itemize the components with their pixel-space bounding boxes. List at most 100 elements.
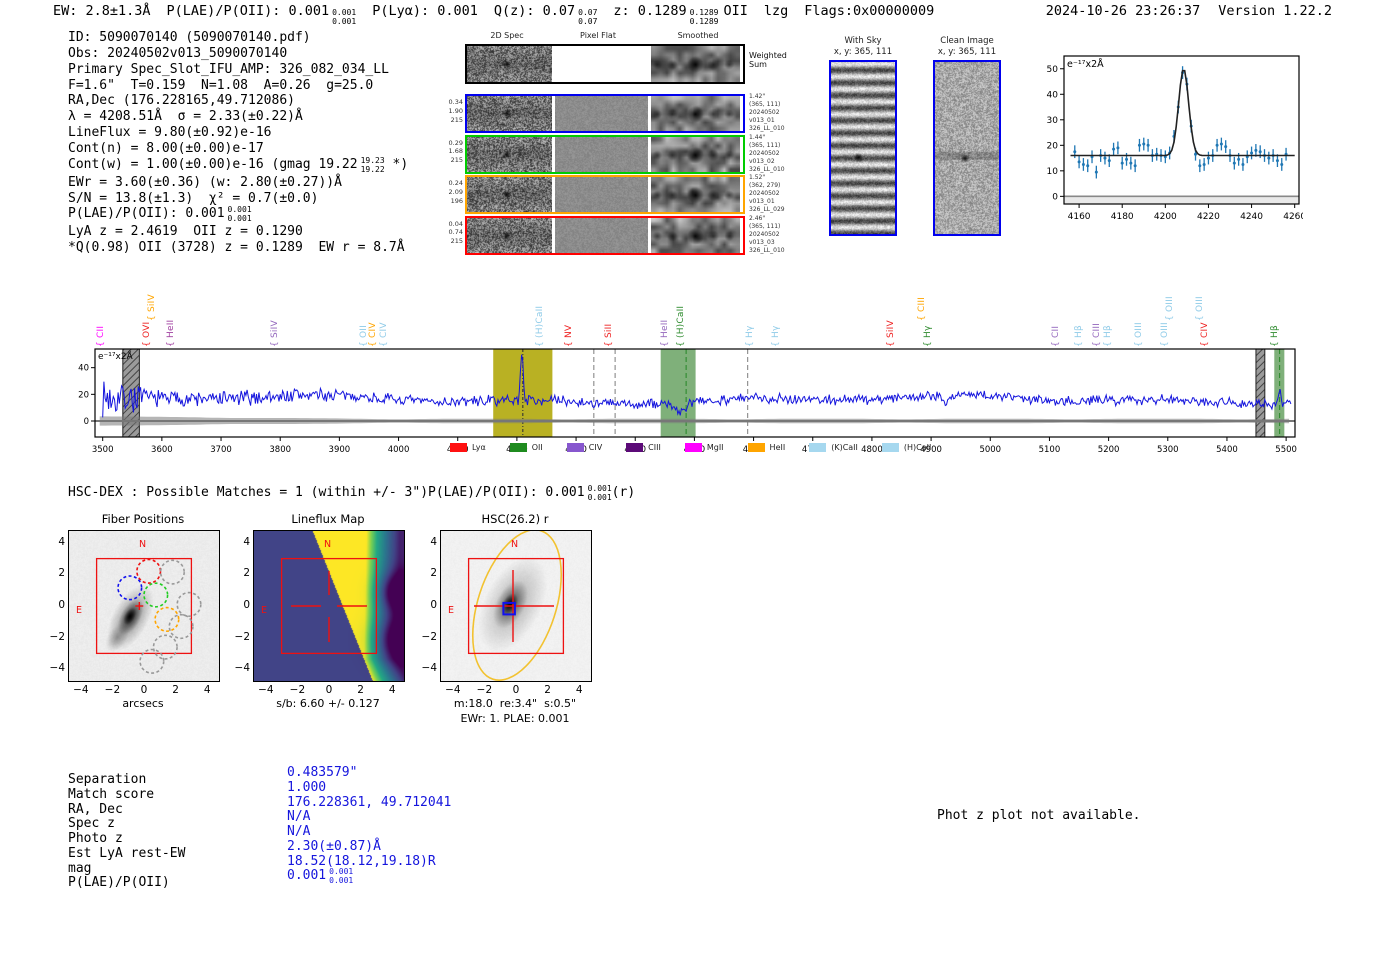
emission-line-label: { HeII <box>165 319 176 347</box>
emission-line-label: { CIII <box>1091 322 1102 347</box>
legend-swatch <box>450 443 467 452</box>
legend-label: OII <box>531 443 543 452</box>
info-plae-hi-lo: 0.001 0.001 <box>227 205 252 224</box>
svg-text:3600: 3600 <box>151 445 173 455</box>
x-tick-label: 2 <box>172 684 179 696</box>
svg-text:4260: 4260 <box>1283 212 1303 222</box>
emission-line-label: { SiIV <box>885 320 896 347</box>
legend-label: HeII <box>769 443 786 452</box>
detection-info-block: ID: 5090070140 (5090070140.pdf) Obs: 202… <box>68 30 408 256</box>
x-tick-label: 0 <box>140 684 148 696</box>
hsc-dex-line: HSC-DEX : Possible Matches = 1 (within +… <box>68 484 636 502</box>
legend-item: OII <box>509 443 543 452</box>
svg-text:5300: 5300 <box>1157 445 1179 455</box>
hsc-xlabel2: EWr: 1. PLAE: 0.001 <box>460 712 570 725</box>
gmag-hi-lo: 19.23 19.22 <box>360 155 385 174</box>
header-datetime-version: 2024-10-26 23:26:37 Version 1.22.2 <box>1028 3 1332 19</box>
inset-units-label: e⁻¹⁷x2Å <box>1067 58 1104 70</box>
table-row: RA, Dec 176.228361, 49.712041 <box>68 794 452 817</box>
fiber-2d-cell <box>467 177 552 212</box>
fiber-2d-cell <box>555 217 648 253</box>
svg-text:4240: 4240 <box>1240 212 1263 222</box>
fiber-2d-cell <box>651 136 740 172</box>
fiber-circle-orange <box>154 606 180 632</box>
info-ewr: EWr = 3.60(±0.36) (w: 2.80(±0.27))Å <box>68 174 342 190</box>
x-tick-label: 4 <box>203 684 211 696</box>
header-lzg: lzg <box>763 3 789 19</box>
svg-text:5400: 5400 <box>1216 445 1238 455</box>
fiber-row-weights: 0.34 1.90 215 <box>448 98 463 124</box>
info-redshifts: LyA z = 2.4619 OII z = 0.1290 <box>68 224 303 240</box>
col-header-smoothed: Smoothed <box>677 31 719 40</box>
fiber-2d-cell <box>467 136 552 172</box>
x-tick-label: 0 <box>512 684 520 696</box>
line-legend: Lyα OII CIV CIII MgII HeII (K)CaII (H)CaII <box>450 443 931 452</box>
line-fit-plot: 4160 4180 4200 4220 4240 4260 0 10 20 30 40 50 e⁻¹⁷x… <box>1038 52 1306 231</box>
emission-line-label: { HeII <box>659 319 670 347</box>
header-plae: P(LAE)/P(OII): 0.001 0.001 0.001 <box>166 3 357 26</box>
legend-label: (H)CaII <box>903 443 932 452</box>
emission-line-label: { OIII <box>1134 322 1145 347</box>
fiber-circle-green <box>143 582 169 608</box>
catalog-match-table: Separation 0.483579" Match score 1.000 RA,… <box>68 765 452 891</box>
svg-text:30: 30 <box>1047 116 1059 126</box>
y-tick-label: 0 <box>430 599 437 611</box>
weighted-2dspec-image <box>467 46 552 82</box>
info-id: ID: 5090070140 (5090070140.pdf) <box>68 30 311 45</box>
photz-note: Phot z plot not available. <box>937 808 1141 823</box>
info-radec: RA,Dec (176.228165,49.712086) <box>68 93 295 109</box>
x-tick-label: 2 <box>357 684 364 696</box>
line-fit-svg: 4160 4180 4200 4220 4240 4260 0 10 20 30 40 50 e⁻¹⁷x… <box>1047 55 1306 222</box>
emission-line-label: { (H)CaII <box>676 305 687 347</box>
svg-text:5000: 5000 <box>979 445 1001 455</box>
legend-label: CIII <box>648 443 661 452</box>
fiber-2d-cell <box>651 177 740 212</box>
svg-text:0: 0 <box>1052 192 1058 202</box>
header-z: z: 0.1289 0.1289 0.1289 OII <box>613 3 748 26</box>
table-row: Photo z N/A <box>68 824 311 846</box>
emission-line-label: { CIII <box>917 296 927 321</box>
y-tick-label: 2 <box>243 567 250 580</box>
emission-line-labels: { CII{ OVI{ SiIV{ HeII{ SiIV{ OII{ CIV{ … <box>62 277 1302 347</box>
compass-e: E <box>76 605 82 616</box>
emission-line-label: { OVI <box>142 321 153 347</box>
info-classification: *Q(0.98) OII (3728) z = 0.1289 EW r = 8.… <box>68 240 405 256</box>
emission-line-label: { CII <box>95 325 106 347</box>
with-sky-title: With Sky <box>844 36 882 46</box>
x-tick-label: 2 <box>544 684 551 696</box>
with-sky-coords: x, y: 365, 111 <box>833 47 893 58</box>
compass-n: N <box>139 539 146 550</box>
legend-item: Lyα <box>450 443 486 452</box>
legend-item: CIV <box>566 443 603 452</box>
header-flags: Flags:0x00000009 <box>804 3 935 19</box>
legend-label: CIV <box>588 443 603 452</box>
y-tick-label: −2 <box>421 630 437 643</box>
clean-image-panel: Clean Image x, y: 365, 111 <box>922 36 1012 237</box>
lineflux-map-title: Lineflux Map <box>291 512 365 526</box>
emission-line-label: { Hγ <box>770 325 781 347</box>
legend-swatch <box>566 443 584 452</box>
report-header: EW: 2.8±1.3Å P(LAE)/P(OII): 0.001 0.001 0.… <box>53 3 950 27</box>
emission-line-label: { SiIV <box>270 320 281 347</box>
qz-hi-lo: 0.07 0.07 <box>578 8 598 26</box>
legend-label: (K)CaII <box>831 443 858 452</box>
fiber-row-meta: 2.46" (365, 111) 20240502 v013_03 326_LL… <box>749 214 785 254</box>
legend-swatch <box>881 443 899 452</box>
table-row: mag 18.52(18.12,19.18)R <box>68 853 436 876</box>
svg-text:10: 10 <box>1047 167 1059 177</box>
svg-text:5100: 5100 <box>1039 445 1061 455</box>
fiber-positions-overlay: N E <box>76 539 202 674</box>
header-qz: Q(z): 0.07 0.07 0.07 <box>493 3 598 26</box>
y-tick-label: −4 <box>421 662 437 675</box>
legend-label: Lyα <box>472 443 486 452</box>
header-plya: P(Lyα): 0.001 <box>372 3 478 19</box>
table-row: P(LAE)/P(OII) 0.001 0.001 0.001 <box>68 867 354 891</box>
y-tick-label: 4 <box>243 535 250 548</box>
x-tick-label: −4 <box>258 684 274 696</box>
y-tick-label: 2 <box>430 567 437 580</box>
emission-line-label: { OIII <box>1194 296 1205 321</box>
fiber-2d-cell <box>555 136 648 172</box>
svg-text:4220: 4220 <box>1197 212 1220 222</box>
fiber-circle-gray <box>168 613 194 640</box>
svg-text:3500: 3500 <box>92 445 114 455</box>
